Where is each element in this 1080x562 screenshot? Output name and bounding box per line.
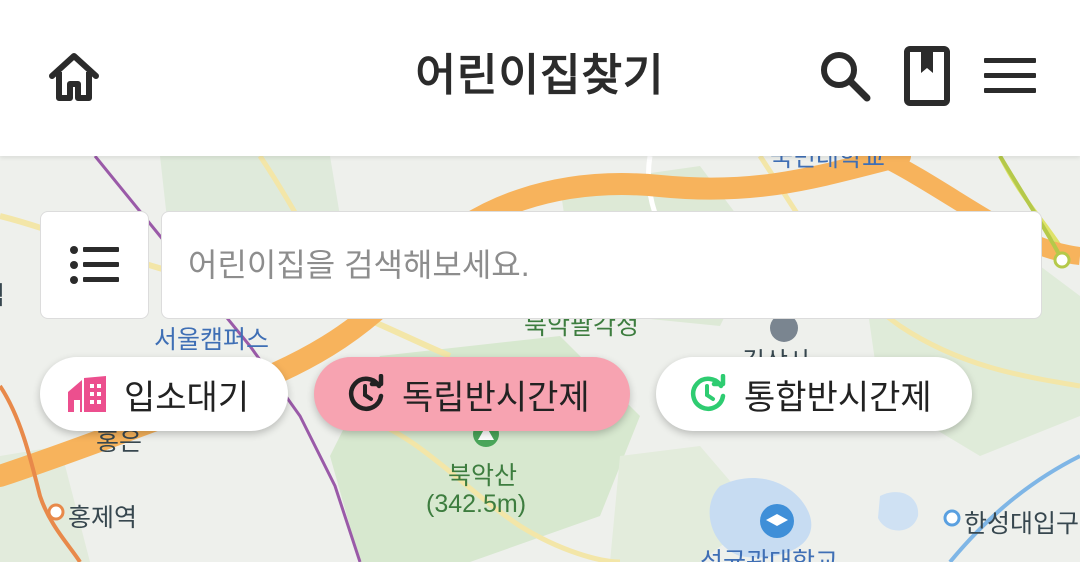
map-label-partial-bottom: 성균관대학교 — [700, 548, 839, 562]
search-button[interactable] — [812, 44, 878, 108]
filter-chip-waitlist-label: 입소대기 — [124, 378, 250, 417]
map-label-bukaksan: 북악산 — [448, 462, 518, 490]
hamburger-menu-icon — [984, 58, 1036, 93]
bookmark-icon — [904, 46, 950, 106]
clock-refresh-icon — [686, 372, 730, 416]
list-view-button[interactable] — [40, 211, 149, 319]
map-label-bukaksan-height: (342.5m) — [426, 490, 527, 518]
search-bar — [161, 211, 1042, 319]
map-label-hansung: 한성대입구 — [964, 510, 1080, 538]
filter-chip-integrated-label: 통합반시간제 — [744, 378, 932, 417]
filter-chip-integrated-hourly[interactable]: 통합반시간제 — [656, 357, 972, 431]
house-icon — [66, 372, 110, 416]
search-icon — [821, 52, 871, 102]
app-header: 어린이집찾기 — [0, 0, 1080, 156]
filter-chip-independent-hourly[interactable]: 독립반시간제 — [314, 357, 630, 431]
filter-chip-independent-label: 독립반시간제 — [402, 378, 590, 417]
clock-refresh-icon — [344, 372, 388, 416]
search-input[interactable] — [188, 212, 1018, 318]
map-label-hongje: 홍제역 — [68, 504, 138, 532]
bookmark-button[interactable] — [896, 42, 958, 110]
menu-button[interactable] — [978, 44, 1042, 108]
map-label-campus: 서울캠퍼스 — [154, 326, 270, 354]
filter-chip-waitlist[interactable]: 입소대기 — [40, 357, 288, 431]
map-label-partial-top: 국민대학교 — [770, 156, 886, 172]
map-label-station-left: 역 — [0, 276, 5, 312]
list-icon — [69, 246, 119, 284]
